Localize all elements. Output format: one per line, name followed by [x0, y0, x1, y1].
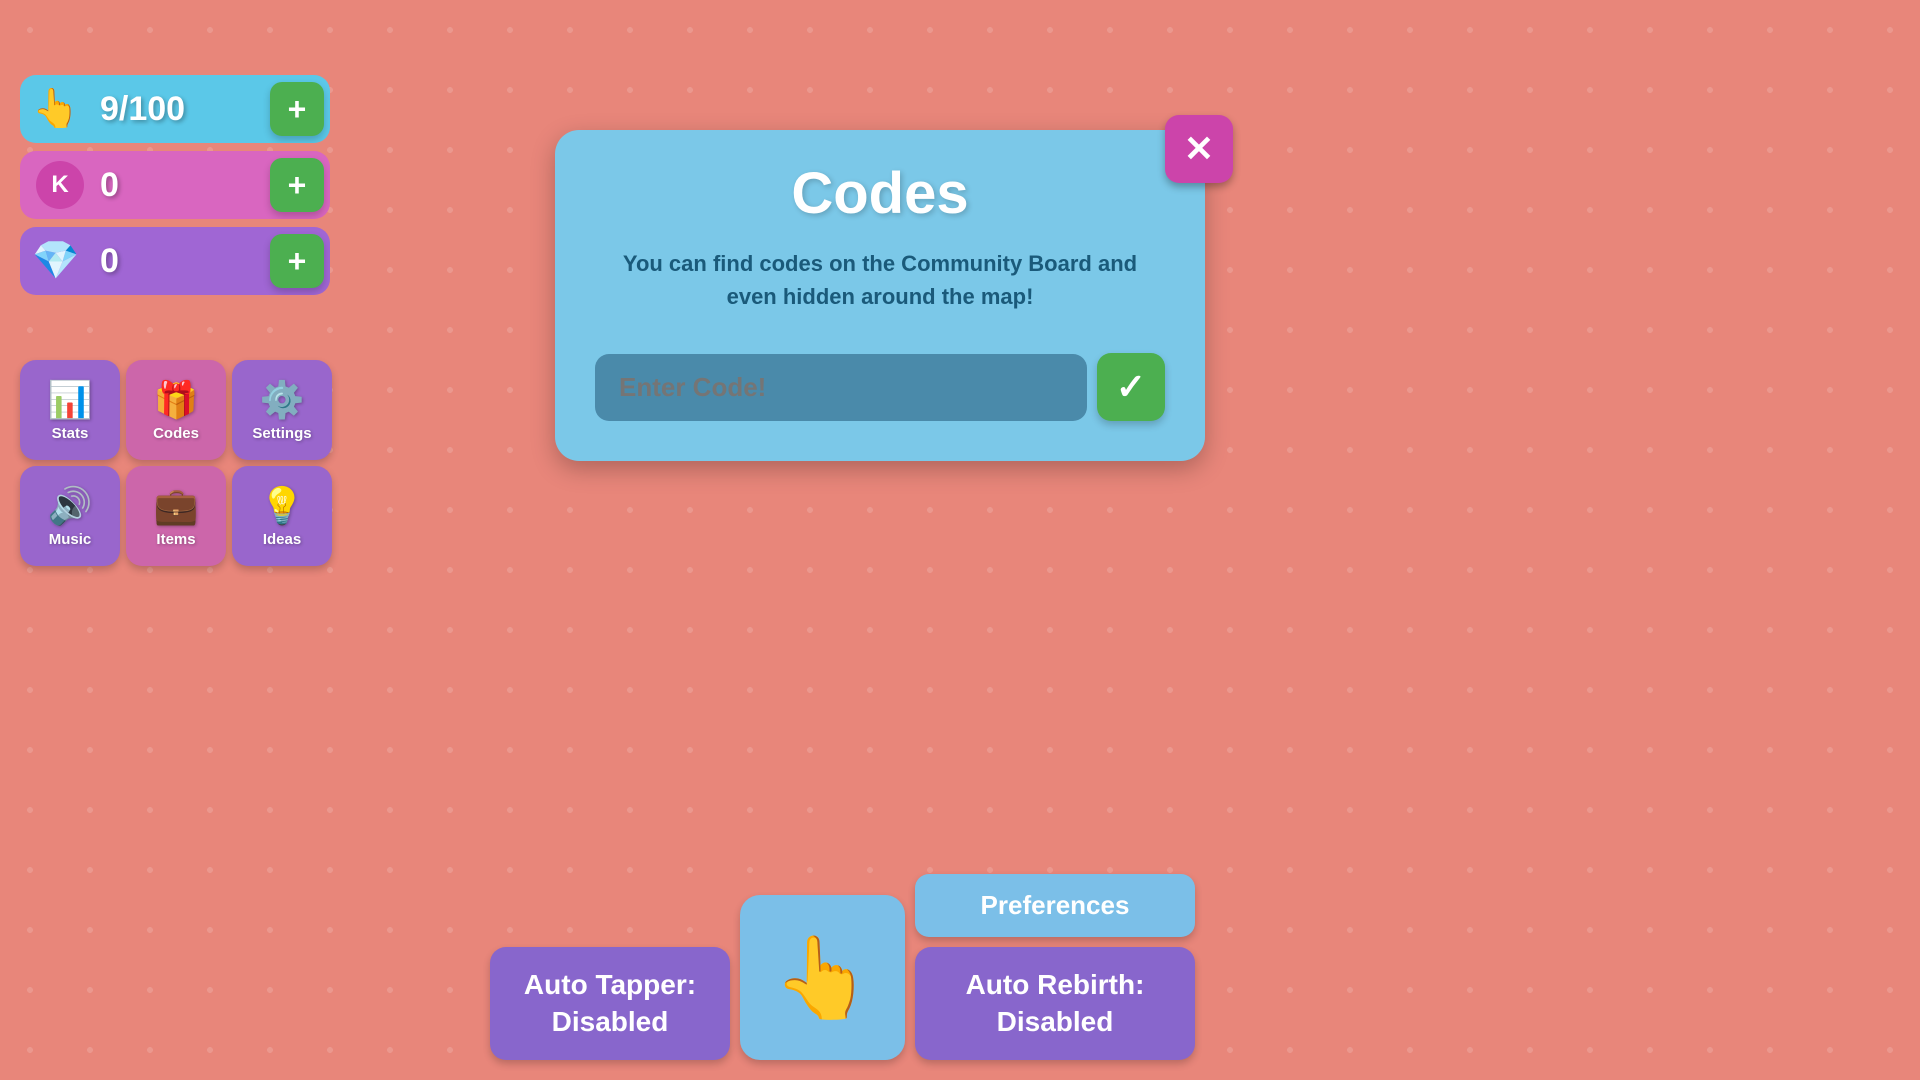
items-button[interactable]: 💼 Items: [126, 466, 226, 566]
clicks-plus-button[interactable]: +: [270, 82, 324, 136]
diamonds-counter: 💎 0 +: [20, 227, 330, 295]
preferences-label: Preferences: [981, 890, 1130, 920]
close-icon: ✕: [1184, 128, 1214, 170]
auto-tapper-label: Auto Tapper:Disabled: [524, 969, 696, 1036]
kcoins-plus-button[interactable]: +: [270, 158, 324, 212]
auto-tapper-button[interactable]: Auto Tapper:Disabled: [490, 947, 730, 1060]
items-icon: 💼: [154, 485, 199, 527]
action-buttons-row1: 📊 Stats 🎁 Codes ⚙️ Settings: [20, 360, 332, 460]
music-icon: 🔊: [48, 485, 93, 527]
stats-label: Stats: [52, 425, 89, 442]
settings-label: Settings: [252, 425, 311, 442]
codes-label: Codes: [153, 425, 199, 442]
click-icon: 👆: [20, 75, 92, 143]
kcoins-value: 0: [92, 166, 270, 205]
code-submit-button[interactable]: ✓: [1097, 353, 1165, 421]
diamonds-value: 0: [92, 242, 270, 281]
codes-title: Codes: [595, 160, 1165, 227]
checkmark-icon: ✓: [1116, 366, 1146, 408]
action-buttons-panel: 📊 Stats 🎁 Codes ⚙️ Settings 🔊 Music 💼 It…: [20, 360, 332, 566]
stats-icon: 📊: [48, 379, 93, 421]
right-bottom-panel: Preferences Auto Rebirth:Disabled: [915, 874, 1195, 1060]
code-input-row: ✓: [595, 353, 1165, 421]
ideas-button[interactable]: 💡 Ideas: [232, 466, 332, 566]
preferences-button[interactable]: Preferences: [915, 874, 1195, 937]
codes-modal: Codes You can find codes on the Communit…: [555, 130, 1205, 461]
tap-hand-icon: 👆: [773, 931, 873, 1025]
auto-rebirth-label: Auto Rebirth:Disabled: [966, 969, 1145, 1036]
ideas-label: Ideas: [263, 531, 301, 548]
diamond-icon: 💎: [20, 227, 92, 295]
auto-rebirth-button[interactable]: Auto Rebirth:Disabled: [915, 947, 1195, 1060]
close-button[interactable]: ✕: [1165, 115, 1233, 183]
kcoins-counter: K 0 +: [20, 151, 330, 219]
clicks-counter: 👆 9/100 +: [20, 75, 330, 143]
codes-description: You can find codes on the Community Boar…: [595, 247, 1165, 313]
bottom-panel: Auto Tapper:Disabled 👆 Preferences Auto …: [490, 874, 1195, 1060]
codes-icon: 🎁: [154, 379, 199, 421]
music-button[interactable]: 🔊 Music: [20, 466, 120, 566]
top-left-panel: 👆 9/100 + K 0 + 💎 0 +: [20, 75, 330, 295]
music-label: Music: [49, 531, 92, 548]
clicks-value: 9/100: [92, 90, 270, 129]
ideas-icon: 💡: [260, 485, 305, 527]
items-label: Items: [156, 531, 195, 548]
settings-button[interactable]: ⚙️ Settings: [232, 360, 332, 460]
code-input[interactable]: [595, 354, 1087, 421]
stats-button[interactable]: 📊 Stats: [20, 360, 120, 460]
kcoin-icon: K: [20, 151, 92, 219]
diamonds-plus-button[interactable]: +: [270, 234, 324, 288]
k-circle-icon: K: [36, 161, 84, 209]
action-buttons-row2: 🔊 Music 💼 Items 💡 Ideas: [20, 466, 332, 566]
settings-icon: ⚙️: [260, 379, 305, 421]
tap-icon-button[interactable]: 👆: [740, 895, 905, 1060]
codes-button[interactable]: 🎁 Codes: [126, 360, 226, 460]
